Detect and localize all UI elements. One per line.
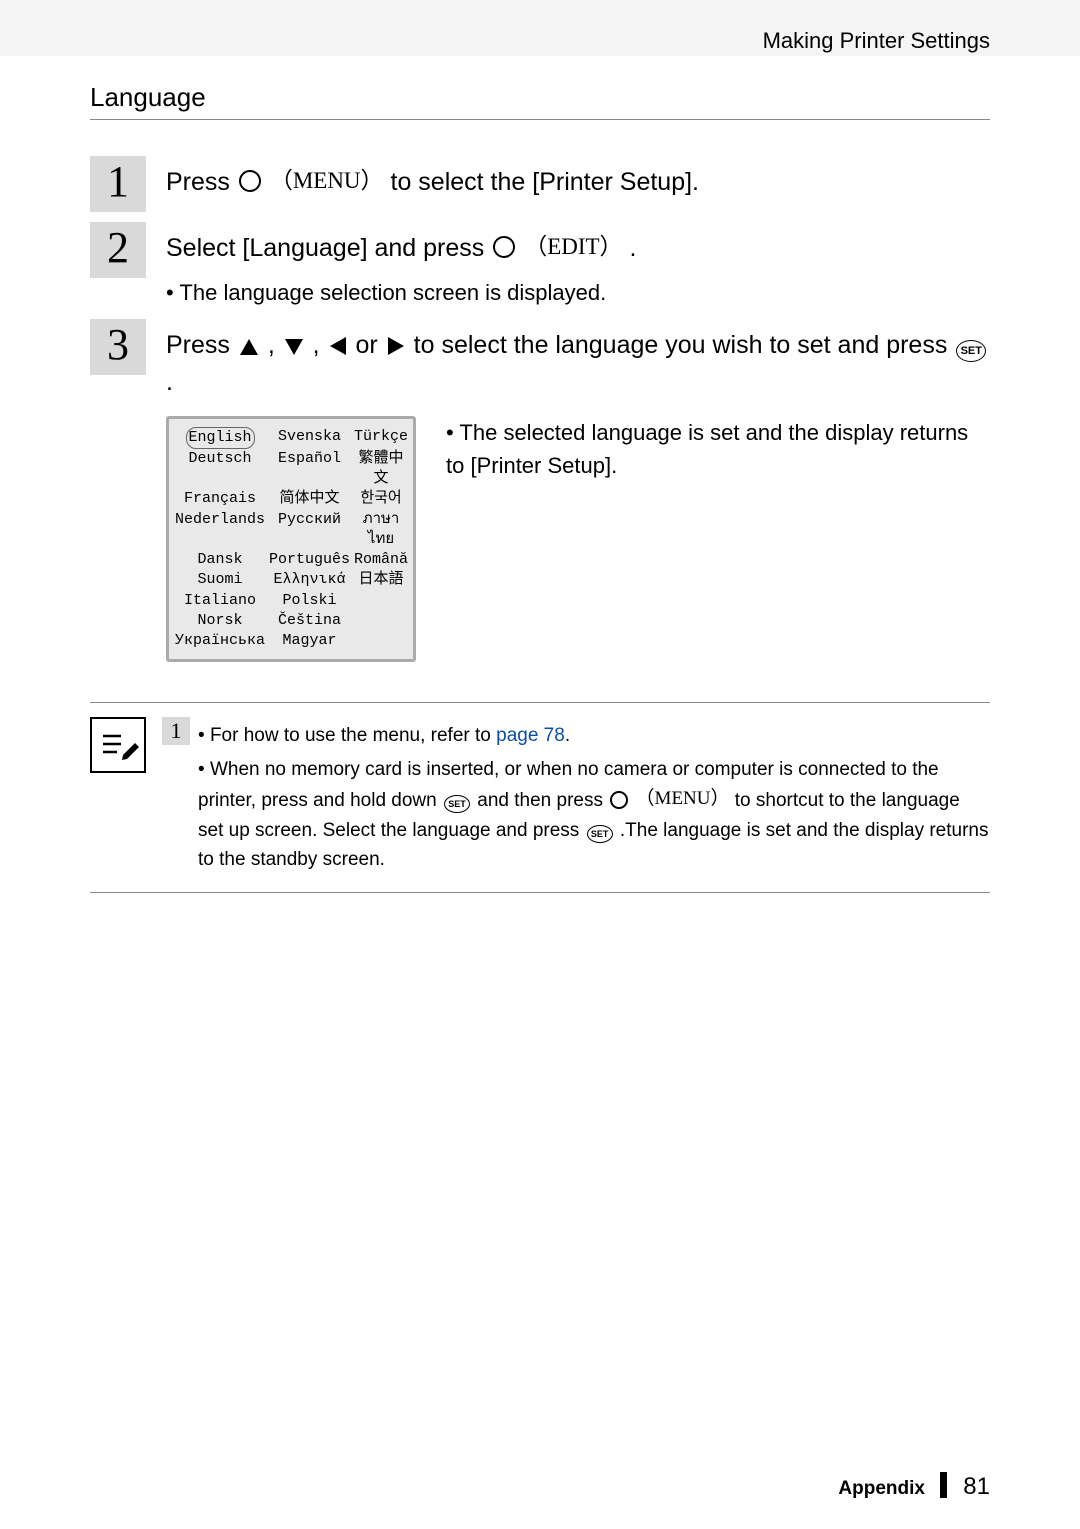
arrow-down-icon (284, 338, 304, 356)
step-3: 3 Press , , or to select the language yo… (90, 319, 990, 663)
lang-cell: Español (269, 449, 350, 490)
lang-cell: 日本語 (354, 570, 408, 590)
step3-text-before: Press (166, 331, 237, 359)
lang-english-selected: English (186, 427, 255, 449)
footer-divider (940, 1472, 947, 1498)
lang-cell: Türkçe (354, 427, 408, 449)
step2-bullet: The language selection screen is display… (166, 276, 990, 309)
lang-cell: Italiano (175, 591, 265, 611)
lang-cell: Русский (269, 510, 350, 551)
note-step-ref: 1 (162, 717, 190, 745)
lang-cell: Čeština (269, 611, 350, 631)
circle-button-icon (610, 791, 628, 809)
lang-cell: ภาษาไทย (354, 510, 408, 551)
lang-cell: Português (269, 550, 350, 570)
page-footer: Appendix 81 (838, 1472, 990, 1501)
footer-page-number: 81 (963, 1473, 990, 1500)
lang-cell: Magyar (269, 631, 350, 651)
lang-cell: 简体中文 (269, 489, 350, 509)
set-button-icon: SET (956, 340, 986, 362)
lang-cell: Svenska (269, 427, 350, 449)
section-title-language: Language (90, 82, 990, 120)
lang-cell (354, 631, 408, 651)
step2-text-before: Select [Language] and press (166, 234, 491, 262)
note-line2-b: and then press (477, 790, 608, 811)
step-1: 1 Press （MENU） to select the [Printer Se… (90, 156, 990, 212)
arrow-left-icon (329, 336, 347, 356)
set-button-icon: SET (444, 795, 470, 813)
step3-after2: . (166, 368, 173, 396)
step3-result-bullet: The selected language is set and the dis… (446, 420, 968, 478)
lang-cell (354, 591, 408, 611)
lang-cell: 한국어 (354, 489, 408, 509)
lang-cell: Deutsch (175, 449, 265, 490)
step3-mid1: , (268, 331, 282, 359)
step3-mid3: or (356, 331, 385, 359)
note-line1-b: . (565, 725, 570, 746)
set-button-icon: SET (587, 825, 613, 843)
step-number-1: 1 (90, 156, 146, 212)
step1-text-after: to select the [Printer Setup]. (391, 168, 700, 196)
menu-button-label: （MENU） (636, 788, 730, 809)
menu-button-label: （MENU） (270, 168, 384, 193)
note-block: 1 For how to use the menu, refer to page… (90, 702, 990, 893)
footer-section: Appendix (838, 1478, 925, 1499)
page-header: Making Printer Settings (90, 28, 990, 54)
circle-button-icon (239, 170, 261, 192)
step-number-3: 3 (90, 319, 146, 375)
step3-after1: to select the language you wish to set a… (414, 331, 955, 359)
note-line1-a: For how to use the menu, refer to (210, 725, 496, 746)
page-78-link[interactable]: page 78 (496, 725, 565, 746)
step-number-2: 2 (90, 222, 146, 278)
lang-cell: 繁體中文 (354, 449, 408, 490)
step1-text-before: Press (166, 168, 237, 196)
lang-cell (354, 611, 408, 631)
step-2: 2 Select [Language] and press （EDIT） . T… (90, 222, 990, 309)
arrow-right-icon (387, 336, 405, 356)
lang-cell: Nederlands (175, 510, 265, 551)
lang-cell: Українська (175, 631, 265, 651)
arrow-up-icon (239, 338, 259, 356)
lang-cell: Norsk (175, 611, 265, 631)
lang-cell: Français (175, 489, 265, 509)
language-selection-screenshot: English Svenska Türkçe Deutsch Español 繁… (166, 416, 416, 663)
note-icon (90, 717, 146, 773)
edit-button-label: （EDIT） (524, 234, 622, 259)
step2-text-after: . (630, 234, 637, 262)
lang-cell: Română (354, 550, 408, 570)
lang-cell: Suomi (175, 570, 265, 590)
circle-button-icon (493, 236, 515, 258)
lang-cell: Polski (269, 591, 350, 611)
step3-mid2: , (313, 331, 327, 359)
lang-cell: Dansk (175, 550, 265, 570)
lang-cell: Ελληνικά (269, 570, 350, 590)
